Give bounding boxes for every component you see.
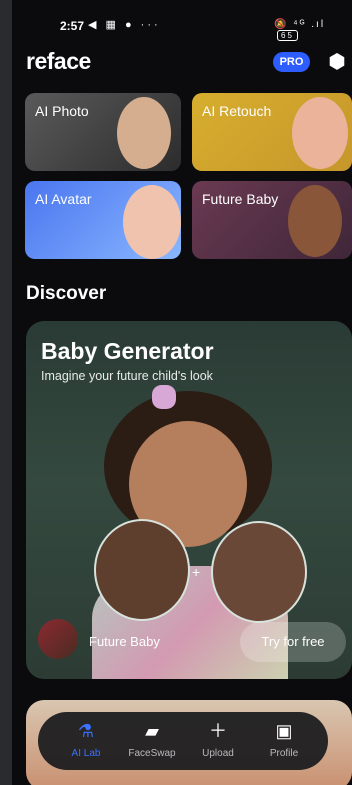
status-time: 2:57 bbox=[60, 19, 85, 33]
try-for-free-button[interactable]: Try for free bbox=[240, 622, 346, 662]
portrait-image bbox=[292, 97, 348, 169]
card-label: Future Baby bbox=[202, 191, 279, 207]
nav-ai-lab[interactable]: ⚗ AI Lab bbox=[56, 720, 116, 759]
portrait-image bbox=[123, 185, 181, 259]
flask-icon: ⚗ bbox=[77, 721, 95, 741]
ai-retouch-card[interactable]: AI Retouch bbox=[192, 93, 352, 171]
pro-button[interactable]: PRO bbox=[273, 52, 310, 72]
nav-label: FaceSwap bbox=[128, 748, 176, 759]
settings-icon[interactable]: ⬢ bbox=[326, 51, 348, 73]
future-baby-avatar bbox=[38, 619, 78, 659]
app-logo: reface bbox=[26, 48, 91, 74]
hair-bow-image bbox=[152, 385, 176, 409]
status-signal-icons: 🔕 ⁴ᴳ .ıl bbox=[274, 19, 326, 30]
status-left-icons: ◀ ▦ ● ··· bbox=[88, 19, 161, 31]
parent-one-avatar bbox=[94, 519, 190, 621]
nav-label: Profile bbox=[269, 748, 299, 759]
card-label: AI Photo bbox=[35, 103, 89, 119]
status-right-icons: 🔕 ⁴ᴳ .ıl 65 bbox=[274, 19, 352, 41]
nav-label: Upload bbox=[202, 748, 234, 759]
future-baby-label: Future Baby bbox=[89, 634, 160, 649]
portrait-image bbox=[117, 97, 171, 169]
profile-icon: ▣ bbox=[275, 721, 293, 741]
battery-icon: 65 bbox=[277, 30, 298, 41]
stack-icon: ▰ bbox=[145, 721, 159, 741]
future-baby-card[interactable]: Future Baby bbox=[192, 181, 352, 259]
bottom-navigation: ⚗ AI Lab ▰ FaceSwap ＋ Upload ▣ Profile bbox=[38, 712, 328, 770]
card-label: AI Retouch bbox=[202, 103, 272, 119]
nav-profile[interactable]: ▣ Profile bbox=[254, 720, 314, 759]
baby-generator-card[interactable]: + Baby Generator Imagine your future chi… bbox=[26, 321, 352, 679]
parent-two-avatar bbox=[211, 521, 307, 623]
ai-avatar-card[interactable]: AI Avatar bbox=[25, 181, 181, 259]
nav-label: AI Lab bbox=[71, 748, 101, 759]
portrait-image bbox=[288, 185, 342, 257]
hero-subtitle: Imagine your future child's look bbox=[41, 369, 213, 383]
card-label: AI Avatar bbox=[35, 191, 92, 207]
hero-title: Baby Generator bbox=[41, 338, 214, 364]
plus-icon: ＋ bbox=[209, 721, 227, 741]
app-screen: 2:57 ◀ ▦ ● ··· 🔕 ⁴ᴳ .ıl 65 reface PRO ⬢ … bbox=[12, 0, 352, 785]
nav-upload[interactable]: ＋ Upload bbox=[188, 720, 248, 759]
status-bar: 2:57 ◀ ▦ ● ··· 🔕 ⁴ᴳ .ıl 65 bbox=[12, 0, 352, 41]
nav-faceswap[interactable]: ▰ FaceSwap bbox=[122, 720, 182, 759]
ai-photo-card[interactable]: AI Photo bbox=[25, 93, 181, 171]
plus-icon: + bbox=[192, 564, 201, 580]
discover-title: Discover bbox=[26, 283, 107, 304]
